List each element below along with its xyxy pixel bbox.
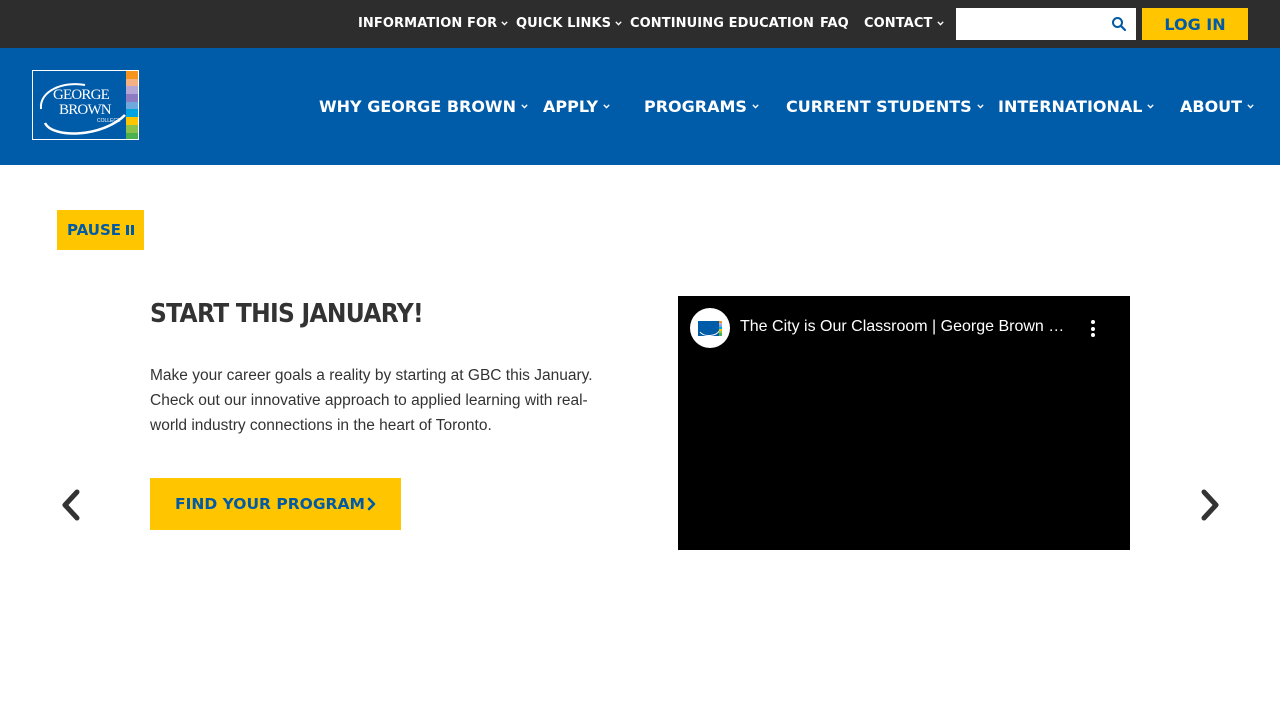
chevron-down-icon	[936, 21, 944, 26]
nav-item-label: ABOUT	[1180, 97, 1243, 116]
utility-bar: INFORMATION FOR QUICK LINKS CONTINUING E…	[0, 0, 1280, 48]
utility-item-label: CONTACT	[864, 16, 933, 31]
main-navigation: GEORGE BROWN COLLEGE WHY GEORGE BROWN AP…	[0, 48, 1280, 165]
chevron-down-icon	[752, 104, 759, 109]
login-button[interactable]: LOG IN	[1142, 8, 1248, 40]
nav-item-label: APPLY	[543, 97, 599, 116]
utility-item-label: CONTINUING EDUCATION	[630, 16, 814, 31]
channel-avatar[interactable]	[690, 308, 730, 348]
find-your-program-button[interactable]: FIND YOUR PROGRAM	[150, 478, 401, 530]
chevron-down-icon	[1147, 104, 1155, 109]
nav-item-why-george-brown[interactable]: WHY GEORGE BROWN	[319, 97, 528, 116]
utility-item-continuing-education[interactable]: CONTINUING EDUCATION	[630, 16, 814, 31]
pause-icon	[126, 225, 134, 235]
utility-item-contact[interactable]: CONTACT	[864, 16, 944, 31]
svg-text:COLLEGE: COLLEGE	[97, 118, 121, 124]
search-input[interactable]	[956, 8, 1104, 40]
carousel-next-arrow-icon[interactable]	[1196, 488, 1224, 522]
cta-label: FIND YOUR PROGRAM	[175, 495, 365, 513]
utility-item-label: INFORMATION FOR	[358, 16, 498, 31]
pause-label: PAUSE	[67, 221, 121, 239]
utility-item-label: QUICK LINKS	[516, 16, 612, 31]
video-player[interactable]: The City is Our Classroom | George Brown…	[678, 296, 1130, 550]
search-icon[interactable]	[1111, 16, 1127, 32]
logo-mark: GEORGE BROWN COLLEGE	[33, 71, 138, 139]
utility-item-faq[interactable]: FAQ	[820, 16, 849, 31]
more-options-icon[interactable]	[1088, 320, 1098, 340]
nav-item-international[interactable]: INTERNATIONAL	[998, 97, 1155, 116]
nav-item-current-students[interactable]: CURRENT STUDENTS	[786, 97, 984, 116]
svg-text:BROWN: BROWN	[59, 102, 112, 118]
carousel-previous-arrow-icon[interactable]	[57, 488, 85, 522]
channel-logo-icon	[698, 321, 722, 336]
nav-item-about[interactable]: ABOUT	[1180, 97, 1254, 116]
chevron-down-icon	[603, 104, 610, 109]
nav-item-label: PROGRAMS	[644, 97, 747, 116]
nav-item-programs[interactable]: PROGRAMS	[644, 97, 759, 116]
utility-item-quick-links[interactable]: QUICK LINKS	[516, 16, 622, 31]
carousel-pause-button[interactable]: PAUSE	[57, 210, 144, 250]
search-field	[956, 8, 1136, 40]
george-brown-logo[interactable]: GEORGE BROWN COLLEGE	[32, 70, 139, 140]
utility-item-information-for[interactable]: INFORMATION FOR	[358, 16, 508, 31]
slide-title: START THIS JANUARY!	[150, 299, 424, 329]
chevron-down-icon	[615, 21, 622, 26]
video-title[interactable]: The City is Our Classroom | George Brown…	[740, 318, 1070, 336]
chevron-down-icon	[976, 104, 984, 109]
svg-text:GEORGE: GEORGE	[53, 87, 110, 103]
nav-item-label: WHY GEORGE BROWN	[319, 97, 516, 116]
nav-item-label: INTERNATIONAL	[998, 97, 1143, 116]
nav-item-apply[interactable]: APPLY	[543, 97, 610, 116]
chevron-right-icon	[367, 497, 376, 511]
utility-item-label: FAQ	[820, 16, 849, 31]
chevron-down-icon	[521, 104, 528, 109]
chevron-down-icon	[501, 21, 508, 26]
slide-description: Make your career goals a reality by star…	[150, 367, 593, 434]
nav-item-label: CURRENT STUDENTS	[786, 97, 972, 116]
chevron-down-icon	[1247, 104, 1254, 109]
